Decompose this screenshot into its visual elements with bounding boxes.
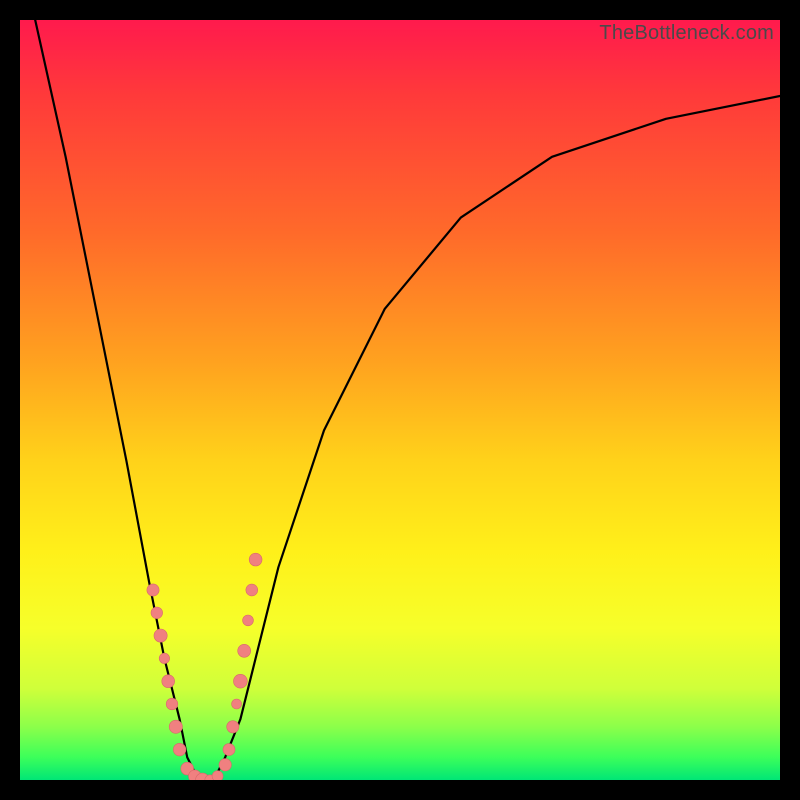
sample-dot bbox=[212, 771, 223, 780]
sample-dot bbox=[238, 644, 251, 657]
sample-dot bbox=[219, 759, 231, 771]
sample-dot bbox=[159, 653, 169, 663]
sample-dot bbox=[169, 720, 182, 733]
sample-dot bbox=[246, 584, 258, 596]
sample-dot bbox=[173, 743, 186, 756]
sample-dot bbox=[227, 721, 239, 733]
sample-dot bbox=[249, 553, 262, 566]
sample-dot bbox=[234, 674, 248, 688]
chart-frame: TheBottleneck.com bbox=[20, 20, 780, 780]
watermark-text: TheBottleneck.com bbox=[599, 22, 774, 45]
bottleneck-curve bbox=[35, 20, 780, 780]
curve-layer bbox=[20, 20, 780, 780]
sample-dot bbox=[151, 607, 163, 619]
sample-dot bbox=[232, 699, 242, 709]
sample-dot bbox=[166, 698, 178, 710]
sample-dots-group bbox=[147, 553, 262, 780]
sample-dot bbox=[243, 615, 254, 626]
sample-dot bbox=[162, 675, 175, 688]
sample-dot bbox=[147, 584, 159, 596]
sample-dot bbox=[154, 629, 167, 642]
sample-dot bbox=[223, 744, 235, 756]
